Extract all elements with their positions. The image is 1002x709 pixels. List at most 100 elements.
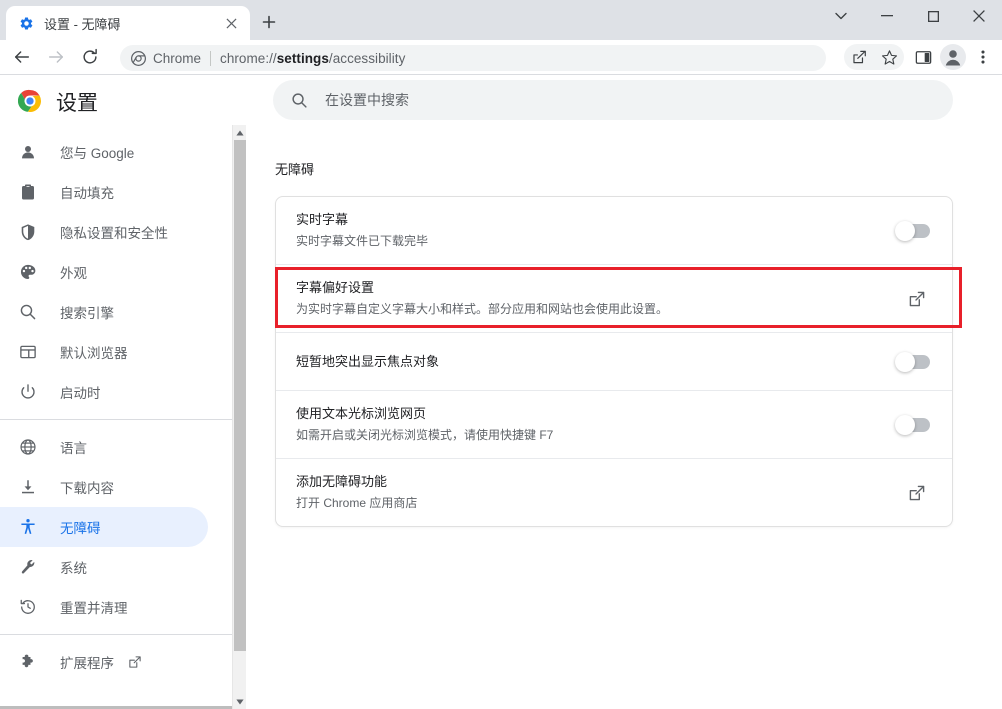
puzzle-icon bbox=[18, 652, 38, 672]
tab-strip: 设置 - 无障碍 bbox=[0, 0, 1002, 40]
history-restore-icon bbox=[18, 597, 38, 617]
browser-tab[interactable]: 设置 - 无障碍 bbox=[6, 6, 250, 40]
row-text: 使用文本光标浏览网页 如需开启或关闭光标浏览模式，请使用快捷键 F7 bbox=[296, 391, 896, 458]
reload-icon[interactable] bbox=[76, 43, 104, 71]
url-suffix: /accessibility bbox=[328, 50, 406, 66]
chrome-logo-icon bbox=[130, 50, 146, 66]
sidebar-item-label: 外观 bbox=[60, 266, 87, 281]
row-text: 字幕偏好设置 为实时字幕自定义字幕大小和样式。部分应用和网站也会使用此设置。 bbox=[296, 265, 906, 332]
new-tab-button[interactable] bbox=[255, 8, 283, 36]
clipboard-icon bbox=[18, 182, 38, 202]
chrome-logo-icon bbox=[17, 89, 42, 113]
row-subtitle: 实时字幕文件已下载完毕 bbox=[296, 234, 429, 248]
external-link-icon[interactable] bbox=[906, 482, 928, 504]
forward-arrow-icon[interactable] bbox=[42, 43, 70, 71]
profile-avatar-icon[interactable] bbox=[939, 43, 967, 71]
setting-row-caption-preferences[interactable]: 字幕偏好设置 为实时字幕自定义字幕大小和样式。部分应用和网站也会使用此设置。 bbox=[276, 265, 952, 333]
row-title: 短暂地突出显示焦点对象 bbox=[296, 353, 440, 369]
sidebar-item-on-startup[interactable]: 启动时 bbox=[0, 372, 208, 412]
more-menu-icon[interactable] bbox=[969, 43, 997, 71]
settings-header: 设置 bbox=[0, 76, 1002, 125]
sidebar-group-secondary: 语言 下载内容 无障碍 系统 重置并清理 bbox=[0, 427, 232, 627]
maximize-button[interactable] bbox=[910, 0, 956, 32]
address-bar[interactable]: Chrome chrome://settings/accessibility bbox=[120, 45, 826, 71]
focus-highlight-toggle[interactable] bbox=[895, 351, 930, 372]
globe-icon bbox=[18, 437, 38, 457]
row-subtitle: 如需开启或关闭光标浏览模式，请使用快捷键 F7 bbox=[296, 428, 554, 442]
search-input[interactable] bbox=[325, 92, 937, 108]
close-icon[interactable] bbox=[220, 12, 242, 34]
setting-row-focus-highlight[interactable]: 短暂地突出显示焦点对象 bbox=[276, 333, 952, 391]
sidebar-item-languages[interactable]: 语言 bbox=[0, 427, 208, 467]
setting-row-live-caption[interactable]: 实时字幕 实时字幕文件已下载完毕 bbox=[276, 197, 952, 265]
window-controls bbox=[818, 0, 1002, 32]
shield-icon bbox=[18, 222, 38, 242]
back-arrow-icon[interactable] bbox=[8, 43, 36, 71]
share-icon[interactable] bbox=[845, 43, 873, 71]
sidebar-item-label: 下载内容 bbox=[60, 481, 114, 496]
caret-browsing-toggle[interactable] bbox=[895, 414, 930, 435]
sidebar-item-default-browser[interactable]: 默认浏览器 bbox=[0, 332, 208, 372]
search-icon bbox=[18, 302, 38, 322]
sidebar-divider bbox=[0, 419, 232, 420]
sidebar-scrollbar[interactable] bbox=[232, 125, 246, 709]
sidebar-item-label: 重置并清理 bbox=[60, 601, 128, 616]
sidebar-item-label: 隐私设置和安全性 bbox=[60, 226, 168, 241]
settings-search-box[interactable] bbox=[273, 80, 953, 120]
sidebar-item-accessibility[interactable]: 无障碍 bbox=[0, 507, 208, 547]
sidebar-item-label: 语言 bbox=[60, 441, 87, 456]
sidebar-item-downloads[interactable]: 下载内容 bbox=[0, 467, 208, 507]
section-title: 无障碍 bbox=[275, 162, 315, 177]
sidebar-item-label: 扩展程序 bbox=[60, 656, 114, 671]
settings-main-content: 无障碍 实时字幕 实时字幕文件已下载完毕 字幕偏好设置 为实时字幕自定义字幕大小… bbox=[246, 125, 1002, 709]
sidebar-item-search-engine[interactable]: 搜索引擎 bbox=[0, 292, 208, 332]
scrollbar-thumb[interactable] bbox=[234, 140, 246, 651]
scroll-down-arrow-icon[interactable] bbox=[233, 694, 247, 709]
omnibox-divider bbox=[210, 50, 212, 66]
star-icon[interactable] bbox=[875, 43, 903, 71]
download-icon bbox=[18, 477, 38, 497]
row-title: 实时字幕 bbox=[296, 212, 349, 227]
search-icon bbox=[289, 90, 309, 110]
omnibox-url: chrome://settings/accessibility bbox=[220, 51, 405, 66]
sidebar-item-reset-cleanup[interactable]: 重置并清理 bbox=[0, 587, 208, 627]
minimize-button[interactable] bbox=[864, 0, 910, 32]
external-link-icon[interactable] bbox=[906, 288, 928, 310]
sidebar-item-autofill[interactable]: 自动填充 bbox=[0, 172, 208, 212]
sidebar-item-appearance[interactable]: 外观 bbox=[0, 252, 208, 292]
sidebar-item-extensions[interactable]: 扩展程序 bbox=[0, 642, 208, 682]
row-title: 添加无障碍功能 bbox=[296, 474, 388, 489]
row-title: 字幕偏好设置 bbox=[296, 280, 375, 295]
setting-row-caret-browsing[interactable]: 使用文本光标浏览网页 如需开启或关闭光标浏览模式，请使用快捷键 F7 bbox=[276, 391, 952, 459]
wrench-icon bbox=[18, 557, 38, 577]
url-bold-segment: settings bbox=[276, 50, 329, 66]
sidebar-item-you-and-google[interactable]: 您与 Google bbox=[0, 132, 208, 172]
sidebar-divider bbox=[0, 634, 232, 635]
browser-window-icon bbox=[18, 342, 38, 362]
toolbar-right-icons bbox=[844, 43, 998, 71]
accessibility-icon bbox=[18, 517, 38, 537]
sidebar-item-system[interactable]: 系统 bbox=[0, 547, 208, 587]
tab-search-button[interactable] bbox=[818, 0, 864, 32]
row-text: 实时字幕 实时字幕文件已下载完毕 bbox=[296, 197, 896, 264]
toggle-knob bbox=[895, 351, 915, 372]
accessibility-settings-card: 实时字幕 实时字幕文件已下载完毕 字幕偏好设置 为实时字幕自定义字幕大小和样式。… bbox=[275, 196, 953, 527]
setting-row-add-accessibility-features[interactable]: 添加无障碍功能 打开 Chrome 应用商店 bbox=[276, 459, 952, 526]
tab-title: 设置 - 无障碍 bbox=[44, 16, 121, 32]
toggle-knob bbox=[895, 414, 915, 435]
sidebar-group-primary: 您与 Google 自动填充 隐私设置和安全性 外观 搜索引擎 默认浏览器 启动… bbox=[0, 125, 232, 412]
sidebar-item-label: 自动填充 bbox=[60, 186, 114, 201]
live-caption-toggle[interactable] bbox=[895, 220, 930, 241]
row-subtitle: 打开 Chrome 应用商店 bbox=[296, 496, 418, 510]
sidebar-item-privacy-security[interactable]: 隐私设置和安全性 bbox=[0, 212, 208, 252]
close-button[interactable] bbox=[956, 0, 1002, 32]
omnibox-chip-label: Chrome bbox=[153, 50, 202, 66]
side-panel-icon[interactable] bbox=[909, 43, 937, 71]
sidebar-item-label: 您与 Google bbox=[60, 146, 135, 161]
person-icon bbox=[18, 142, 38, 162]
sidebar-group-tertiary: 扩展程序 bbox=[0, 642, 232, 682]
scroll-up-arrow-icon[interactable] bbox=[233, 125, 247, 140]
url-prefix: chrome:// bbox=[220, 50, 277, 66]
row-title: 使用文本光标浏览网页 bbox=[296, 406, 427, 421]
row-text: 短暂地突出显示焦点对象 bbox=[296, 339, 896, 385]
